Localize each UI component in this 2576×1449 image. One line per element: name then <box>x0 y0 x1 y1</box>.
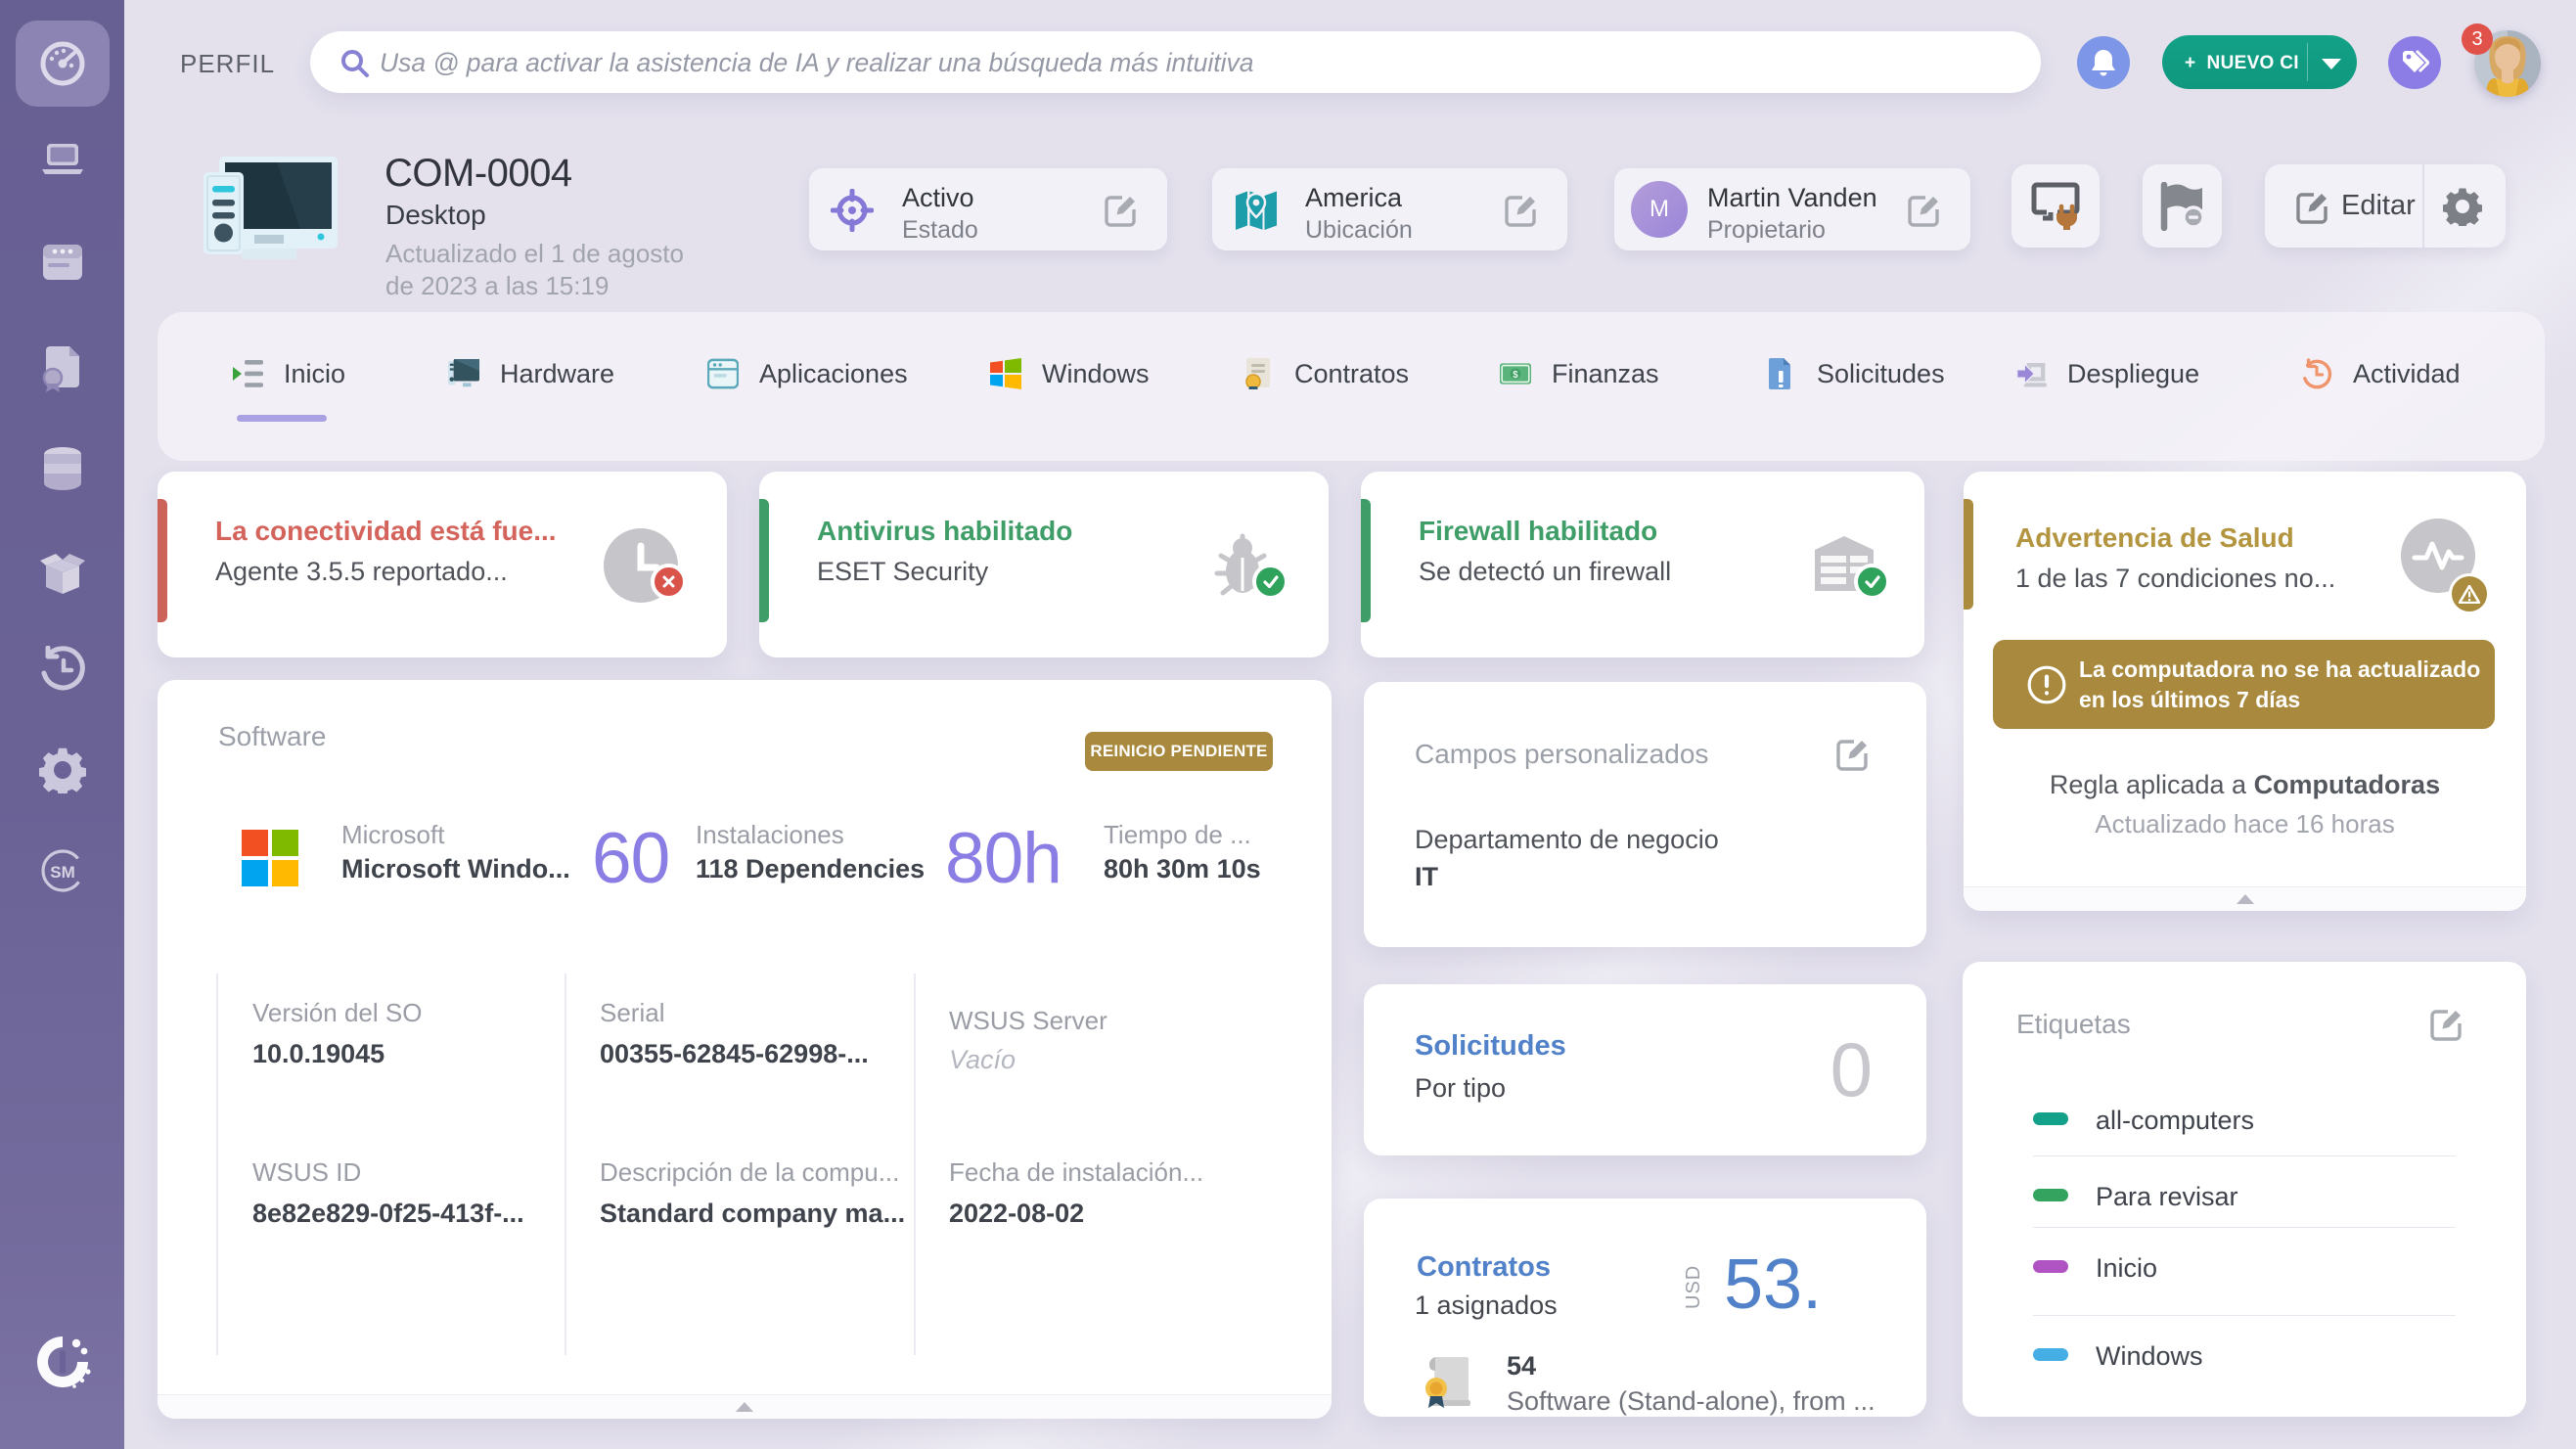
svg-text:SM: SM <box>50 863 75 882</box>
svg-text:$: $ <box>1513 370 1518 381</box>
